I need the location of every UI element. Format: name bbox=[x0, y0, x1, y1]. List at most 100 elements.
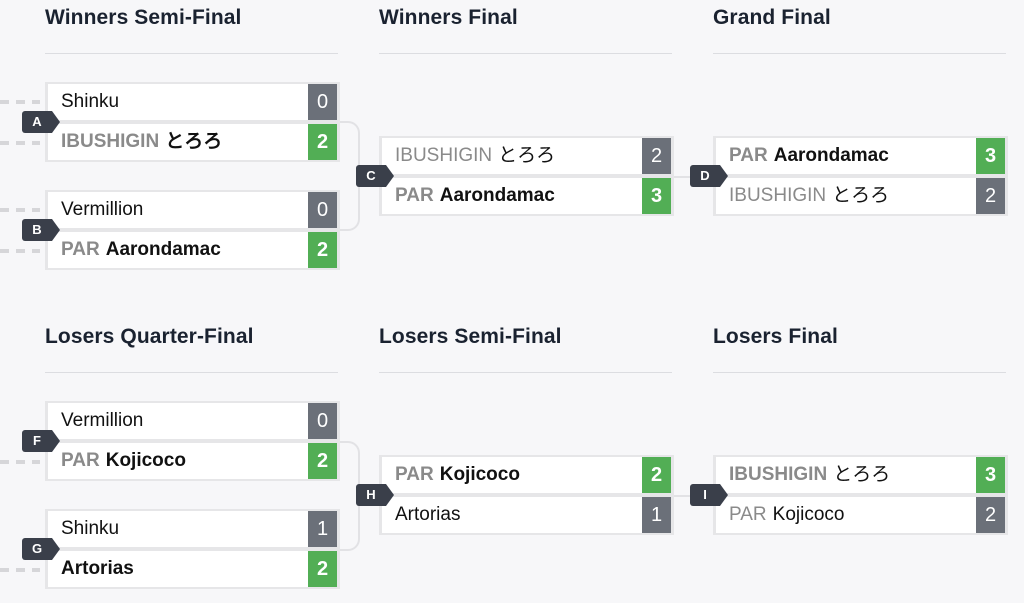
participant-row[interactable]: IBUSHIGIN とろろ 2 bbox=[716, 178, 1005, 214]
round-divider bbox=[45, 53, 338, 54]
match-badge-d[interactable]: D bbox=[690, 165, 728, 187]
score-cell: 2 bbox=[308, 443, 337, 479]
participant-name: PAR Kojicoco bbox=[395, 457, 520, 493]
score-cell: 0 bbox=[308, 84, 337, 120]
round-divider bbox=[713, 53, 1006, 54]
round-title-grand-final: Grand Final bbox=[713, 6, 831, 29]
score-cell: 3 bbox=[976, 457, 1005, 493]
player-name: Kojicoco bbox=[439, 464, 520, 485]
score-cell: 2 bbox=[642, 138, 671, 174]
participant-name: PAR Kojicoco bbox=[729, 497, 845, 533]
participant-row[interactable]: PAR Kojicoco 2 bbox=[382, 457, 671, 493]
participant-row[interactable]: PAR Aarondamac 2 bbox=[48, 232, 337, 268]
team-prefix: PAR bbox=[395, 464, 434, 485]
match-card[interactable]: IBUSHIGIN とろろ 3 PAR Kojicoco 2 bbox=[713, 455, 1008, 535]
team-prefix: IBUSHIGIN bbox=[729, 185, 827, 206]
score-cell: 3 bbox=[976, 138, 1005, 174]
match-card[interactable]: PAR Aarondamac 3 IBUSHIGIN とろろ 2 bbox=[713, 136, 1008, 216]
score-cell: 0 bbox=[308, 403, 337, 439]
participant-name: Artorias bbox=[61, 551, 134, 587]
player-name: Aarondamac bbox=[773, 145, 889, 166]
score-cell: 2 bbox=[642, 457, 671, 493]
player-name: Shinku bbox=[61, 91, 120, 112]
participant-row[interactable]: IBUSHIGIN とろろ 2 bbox=[48, 124, 337, 160]
score-cell: 1 bbox=[642, 497, 671, 533]
participant-name: IBUSHIGIN とろろ bbox=[395, 138, 555, 174]
score-cell: 2 bbox=[976, 178, 1005, 214]
participant-name: Vermillion bbox=[61, 192, 143, 228]
participant-name: IBUSHIGIN とろろ bbox=[729, 178, 889, 214]
player-name: Artorias bbox=[61, 558, 134, 579]
team-prefix: IBUSHIGIN bbox=[729, 464, 828, 485]
match-card[interactable]: Vermillion 0 PAR Kojicoco 2 bbox=[45, 401, 340, 481]
team-prefix: IBUSHIGIN bbox=[395, 145, 493, 166]
round-title-winners-semi: Winners Semi-Final bbox=[45, 6, 242, 29]
team-prefix: PAR bbox=[395, 185, 434, 206]
participant-name: IBUSHIGIN とろろ bbox=[729, 457, 890, 493]
round-title-losers-semi: Losers Semi-Final bbox=[379, 325, 562, 348]
participant-row[interactable]: Shinku 1 bbox=[48, 511, 337, 547]
participant-name: PAR Aarondamac bbox=[395, 178, 555, 214]
incoming-connector bbox=[0, 100, 40, 104]
participant-name: PAR Aarondamac bbox=[61, 232, 221, 268]
round-title-losers-quarter: Losers Quarter-Final bbox=[45, 325, 254, 348]
match-badge-c[interactable]: C bbox=[356, 165, 394, 187]
player-name: とろろ bbox=[832, 185, 890, 206]
participant-row[interactable]: Vermillion 0 bbox=[48, 403, 337, 439]
match-card[interactable]: Vermillion 0 PAR Aarondamac 2 bbox=[45, 190, 340, 270]
round-divider bbox=[379, 372, 672, 373]
match-card[interactable]: IBUSHIGIN とろろ 2 PAR Aarondamac 3 bbox=[379, 136, 674, 216]
score-cell: 3 bbox=[642, 178, 671, 214]
participant-name: Shinku bbox=[61, 511, 119, 547]
participant-row[interactable]: Artorias 1 bbox=[382, 497, 671, 533]
score-cell: 2 bbox=[976, 497, 1005, 533]
participant-row[interactable]: Vermillion 0 bbox=[48, 192, 337, 228]
match-card[interactable]: Shinku 1 Artorias 2 bbox=[45, 509, 340, 589]
incoming-connector bbox=[0, 460, 40, 464]
participant-row[interactable]: Shinku 0 bbox=[48, 84, 337, 120]
incoming-connector bbox=[0, 249, 40, 253]
match-card[interactable]: PAR Kojicoco 2 Artorias 1 bbox=[379, 455, 674, 535]
team-prefix: PAR bbox=[61, 450, 100, 471]
match-badge-h[interactable]: H bbox=[356, 484, 394, 506]
participant-row[interactable]: IBUSHIGIN とろろ 2 bbox=[382, 138, 671, 174]
incoming-connector bbox=[0, 208, 40, 212]
player-name: Aarondamac bbox=[439, 185, 555, 206]
player-name: Kojicoco bbox=[772, 504, 845, 525]
participant-name: PAR Aarondamac bbox=[729, 138, 889, 174]
participant-row[interactable]: Artorias 2 bbox=[48, 551, 337, 587]
participant-row[interactable]: PAR Kojicoco 2 bbox=[716, 497, 1005, 533]
player-name: とろろ bbox=[833, 464, 891, 485]
participant-name: Shinku bbox=[61, 84, 119, 120]
participant-row[interactable]: PAR Aarondamac 3 bbox=[716, 138, 1005, 174]
participant-name: IBUSHIGIN とろろ bbox=[61, 124, 222, 160]
team-prefix: PAR bbox=[729, 504, 767, 525]
score-cell: 2 bbox=[308, 551, 337, 587]
match-badge-g[interactable]: G bbox=[22, 538, 60, 560]
team-prefix: IBUSHIGIN bbox=[61, 131, 160, 152]
score-cell: 0 bbox=[308, 192, 337, 228]
match-badge-f[interactable]: F bbox=[22, 430, 60, 452]
participant-name: PAR Kojicoco bbox=[61, 443, 186, 479]
score-cell: 2 bbox=[308, 124, 337, 160]
match-badge-a[interactable]: A bbox=[22, 111, 60, 133]
score-cell: 2 bbox=[308, 232, 337, 268]
player-name: Vermillion bbox=[61, 410, 144, 431]
participant-row[interactable]: PAR Aarondamac 3 bbox=[382, 178, 671, 214]
round-divider bbox=[713, 372, 1006, 373]
participant-row[interactable]: PAR Kojicoco 2 bbox=[48, 443, 337, 479]
match-badge-b[interactable]: B bbox=[22, 219, 60, 241]
participant-row[interactable]: IBUSHIGIN とろろ 3 bbox=[716, 457, 1005, 493]
participant-name: Artorias bbox=[395, 497, 460, 533]
incoming-connector bbox=[0, 568, 40, 572]
round-divider bbox=[379, 53, 672, 54]
participant-name: Vermillion bbox=[61, 403, 143, 439]
team-prefix: PAR bbox=[61, 239, 100, 260]
player-name: とろろ bbox=[498, 145, 556, 166]
player-name: Artorias bbox=[395, 504, 461, 525]
round-title-losers-final: Losers Final bbox=[713, 325, 838, 348]
match-card[interactable]: Shinku 0 IBUSHIGIN とろろ 2 bbox=[45, 82, 340, 162]
score-cell: 1 bbox=[308, 511, 337, 547]
match-badge-i[interactable]: I bbox=[690, 484, 728, 506]
round-divider bbox=[45, 372, 338, 373]
